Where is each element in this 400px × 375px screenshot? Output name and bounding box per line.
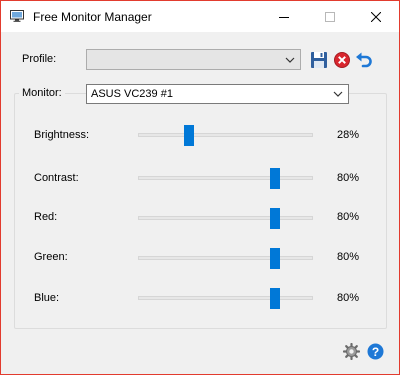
blue-label: Blue: [34, 292, 60, 304]
maximize-button[interactable] [307, 1, 353, 32]
contrast-slider-track[interactable] [138, 176, 313, 180]
gear-icon[interactable] [343, 343, 360, 360]
blue-value: 80% [336, 292, 359, 304]
close-icon [371, 11, 381, 22]
red-slider-thumb[interactable] [270, 208, 280, 229]
undo-arrow-icon[interactable] [355, 51, 373, 69]
green-slider-track[interactable] [138, 256, 313, 260]
minimize-icon [279, 16, 289, 18]
blue-slider-track[interactable] [138, 296, 313, 300]
title-bar[interactable]: Free Monitor Manager [1, 1, 399, 32]
monitor-dropdown[interactable]: ASUS VC239 #1 [86, 84, 349, 104]
profile-label: Profile: [22, 53, 57, 65]
close-button[interactable] [353, 1, 399, 32]
chevron-down-icon [285, 57, 295, 63]
contrast-slider-thumb[interactable] [270, 168, 280, 189]
green-value: 80% [336, 251, 359, 263]
red-slider-track[interactable] [138, 216, 313, 220]
monitor-app-icon [10, 10, 24, 22]
svg-text:?: ? [372, 345, 379, 359]
profile-dropdown[interactable] [86, 49, 301, 70]
help-icon[interactable]: ? [367, 343, 384, 360]
brightness-label: Brightness: [34, 129, 90, 141]
floppy-disk-icon[interactable] [310, 51, 328, 69]
brightness-slider-thumb[interactable] [184, 125, 194, 146]
monitor-label: Monitor: [19, 87, 65, 99]
maximize-icon [325, 11, 335, 22]
brightness-slider-track[interactable] [138, 133, 313, 137]
contrast-value: 80% [336, 172, 359, 184]
window-title: Free Monitor Manager [33, 10, 152, 24]
minimize-button[interactable] [261, 1, 307, 32]
red-label: Red: [34, 211, 58, 223]
green-slider-thumb[interactable] [270, 248, 280, 269]
green-label: Green: [34, 251, 68, 263]
app-window: Free Monitor Manager Profile: Monitor: A… [0, 0, 400, 375]
red-value: 80% [336, 211, 359, 223]
monitor-value: ASUS VC239 #1 [91, 88, 173, 100]
blue-slider-thumb[interactable] [270, 288, 280, 309]
red-x-circle-icon[interactable] [333, 51, 351, 69]
contrast-label: Contrast: [34, 172, 79, 184]
brightness-value: 28% [336, 129, 359, 141]
chevron-down-icon [333, 91, 343, 97]
